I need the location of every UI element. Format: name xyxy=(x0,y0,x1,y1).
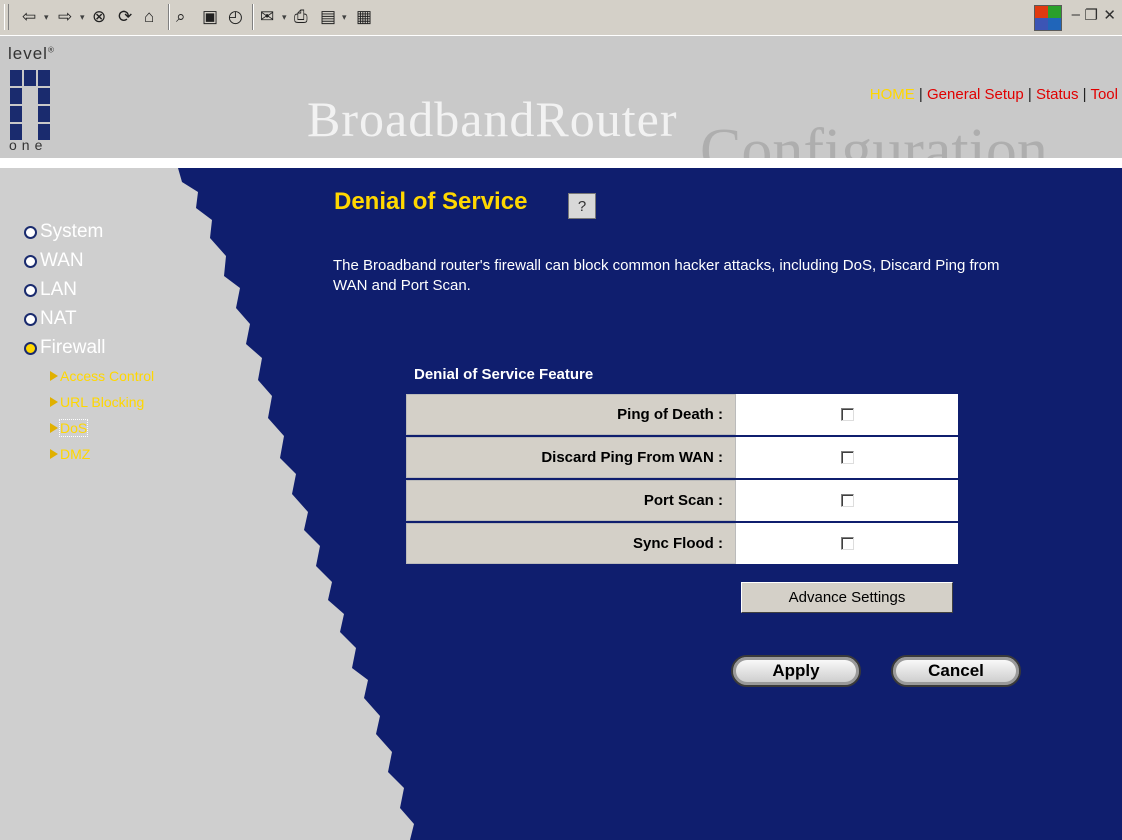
feature-label-port-scan: Port Scan : xyxy=(406,480,736,521)
sidebar-item-label: WAN xyxy=(40,250,84,271)
refresh-icon[interactable]: ⟳ xyxy=(118,6,132,28)
forward-icon[interactable]: ⇨ xyxy=(58,6,72,28)
sidebar-item-firewall[interactable]: Firewall xyxy=(24,337,105,359)
help-icon[interactable]: ? xyxy=(568,193,596,219)
advance-settings-button[interactable]: Advance Settings xyxy=(741,582,953,613)
sidebar-item-label: NAT xyxy=(40,308,77,329)
arrow-right-icon xyxy=(50,423,58,433)
nav-status-link[interactable]: Status xyxy=(1036,86,1079,103)
sidebar-item-system[interactable]: System xyxy=(24,221,103,243)
feature-label-sync-flood: Sync Flood : xyxy=(406,523,736,564)
print-icon[interactable]: ⎙ xyxy=(294,6,308,28)
cancel-button[interactable]: Cancel xyxy=(891,655,1021,687)
chevron-down-icon[interactable]: ▾ xyxy=(282,6,287,28)
browser-toolbar: ⇦ ▾ ⇨ ▾ ⊗ ⟳ ⌂ ⌕ ▣ ◴ ✉ ▾ ⎙ ▤ ▾ ▦ – ❐ ✕ xyxy=(0,0,1122,36)
sidebar-item-wan[interactable]: WAN xyxy=(24,250,84,272)
chevron-down-icon[interactable]: ▾ xyxy=(342,6,347,28)
radio-circle-icon xyxy=(24,283,37,297)
feature-label-ping-of-death: Ping of Death : xyxy=(406,394,736,435)
header-brand: BroadbandRouter xyxy=(307,91,678,147)
sidebar-item-label: System xyxy=(40,221,104,242)
sidebar-item-label: Firewall xyxy=(40,337,106,358)
discard-ping-checkbox[interactable] xyxy=(840,450,854,464)
stop-icon[interactable]: ⊗ xyxy=(92,6,106,28)
sync-flood-checkbox[interactable] xyxy=(840,536,854,550)
windows-logo-icon xyxy=(1034,5,1062,31)
port-scan-checkbox[interactable] xyxy=(840,493,854,507)
page-header: Configuration BroadbandRouter HOME | Gen… xyxy=(0,36,1122,158)
page-title: Denial of Service xyxy=(334,188,528,215)
close-icon[interactable]: ✕ xyxy=(1103,6,1116,24)
table-row: Sync Flood : xyxy=(406,523,958,564)
ping-of-death-checkbox[interactable] xyxy=(840,407,854,421)
back-icon[interactable]: ⇦ xyxy=(22,6,36,28)
arrow-right-icon xyxy=(50,397,58,407)
logo-blocks xyxy=(10,70,50,142)
nav-general-setup-link[interactable]: General Setup xyxy=(927,86,1024,103)
chevron-down-icon[interactable]: ▾ xyxy=(80,6,85,28)
top-nav: HOME | General Setup | Status | Tool xyxy=(869,86,1118,103)
mail-icon[interactable]: ✉ xyxy=(260,6,274,28)
radio-circle-icon xyxy=(24,225,37,239)
table-row: Ping of Death : xyxy=(406,394,958,435)
table-row: Discard Ping From WAN : xyxy=(406,437,958,478)
sidebar-item-label: LAN xyxy=(40,279,77,300)
toolbar-separator xyxy=(252,4,254,30)
home-icon[interactable]: ⌂ xyxy=(144,6,154,28)
history-icon[interactable]: ◴ xyxy=(228,6,243,28)
nav-home-link[interactable]: HOME xyxy=(870,86,915,103)
radio-circle-icon xyxy=(24,312,37,326)
favorites-icon[interactable]: ▣ xyxy=(202,6,218,28)
chevron-down-icon[interactable]: ▾ xyxy=(44,6,49,28)
header-subtitle: Configuration xyxy=(700,117,1048,158)
restore-icon[interactable]: ❐ xyxy=(1085,6,1098,24)
sidebar-subitem-access-control[interactable]: Access Control xyxy=(50,368,154,384)
page-description: The Broadband router's firewall can bloc… xyxy=(333,257,1000,294)
sidebar-item-nat[interactable]: NAT xyxy=(24,308,77,330)
toolbar-grip xyxy=(4,4,9,30)
minimize-icon[interactable]: – xyxy=(1072,6,1080,23)
feature-label-discard-ping: Discard Ping From WAN : xyxy=(406,437,736,478)
feature-heading: Denial of Service Feature xyxy=(414,366,594,383)
discuss-icon[interactable]: ▦ xyxy=(356,6,372,28)
radio-circle-active-icon xyxy=(24,341,37,355)
sidebar-subitem-url-blocking[interactable]: URL Blocking xyxy=(50,394,144,410)
nav-tool-link[interactable]: Tool xyxy=(1090,86,1118,103)
arrow-right-icon xyxy=(50,371,58,381)
levelone-logo: level® one xyxy=(8,44,55,153)
toolbar-separator xyxy=(168,4,170,30)
radio-circle-icon xyxy=(24,254,37,268)
sidebar-item-lan[interactable]: LAN xyxy=(24,279,77,301)
apply-button[interactable]: Apply xyxy=(731,655,861,687)
search-icon[interactable]: ⌕ xyxy=(176,6,186,28)
table-row: Port Scan : xyxy=(406,480,958,521)
logo-bottom-text: one xyxy=(9,137,48,153)
sidebar-subitem-dos[interactable]: DoS xyxy=(50,419,89,437)
logo-top-text: level xyxy=(8,44,48,63)
arrow-right-icon xyxy=(50,449,58,459)
sidebar-subitem-dmz[interactable]: DMZ xyxy=(50,446,90,462)
edit-icon[interactable]: ▤ xyxy=(320,6,336,28)
feature-table: Ping of Death : Discard Ping From WAN : … xyxy=(406,392,958,566)
